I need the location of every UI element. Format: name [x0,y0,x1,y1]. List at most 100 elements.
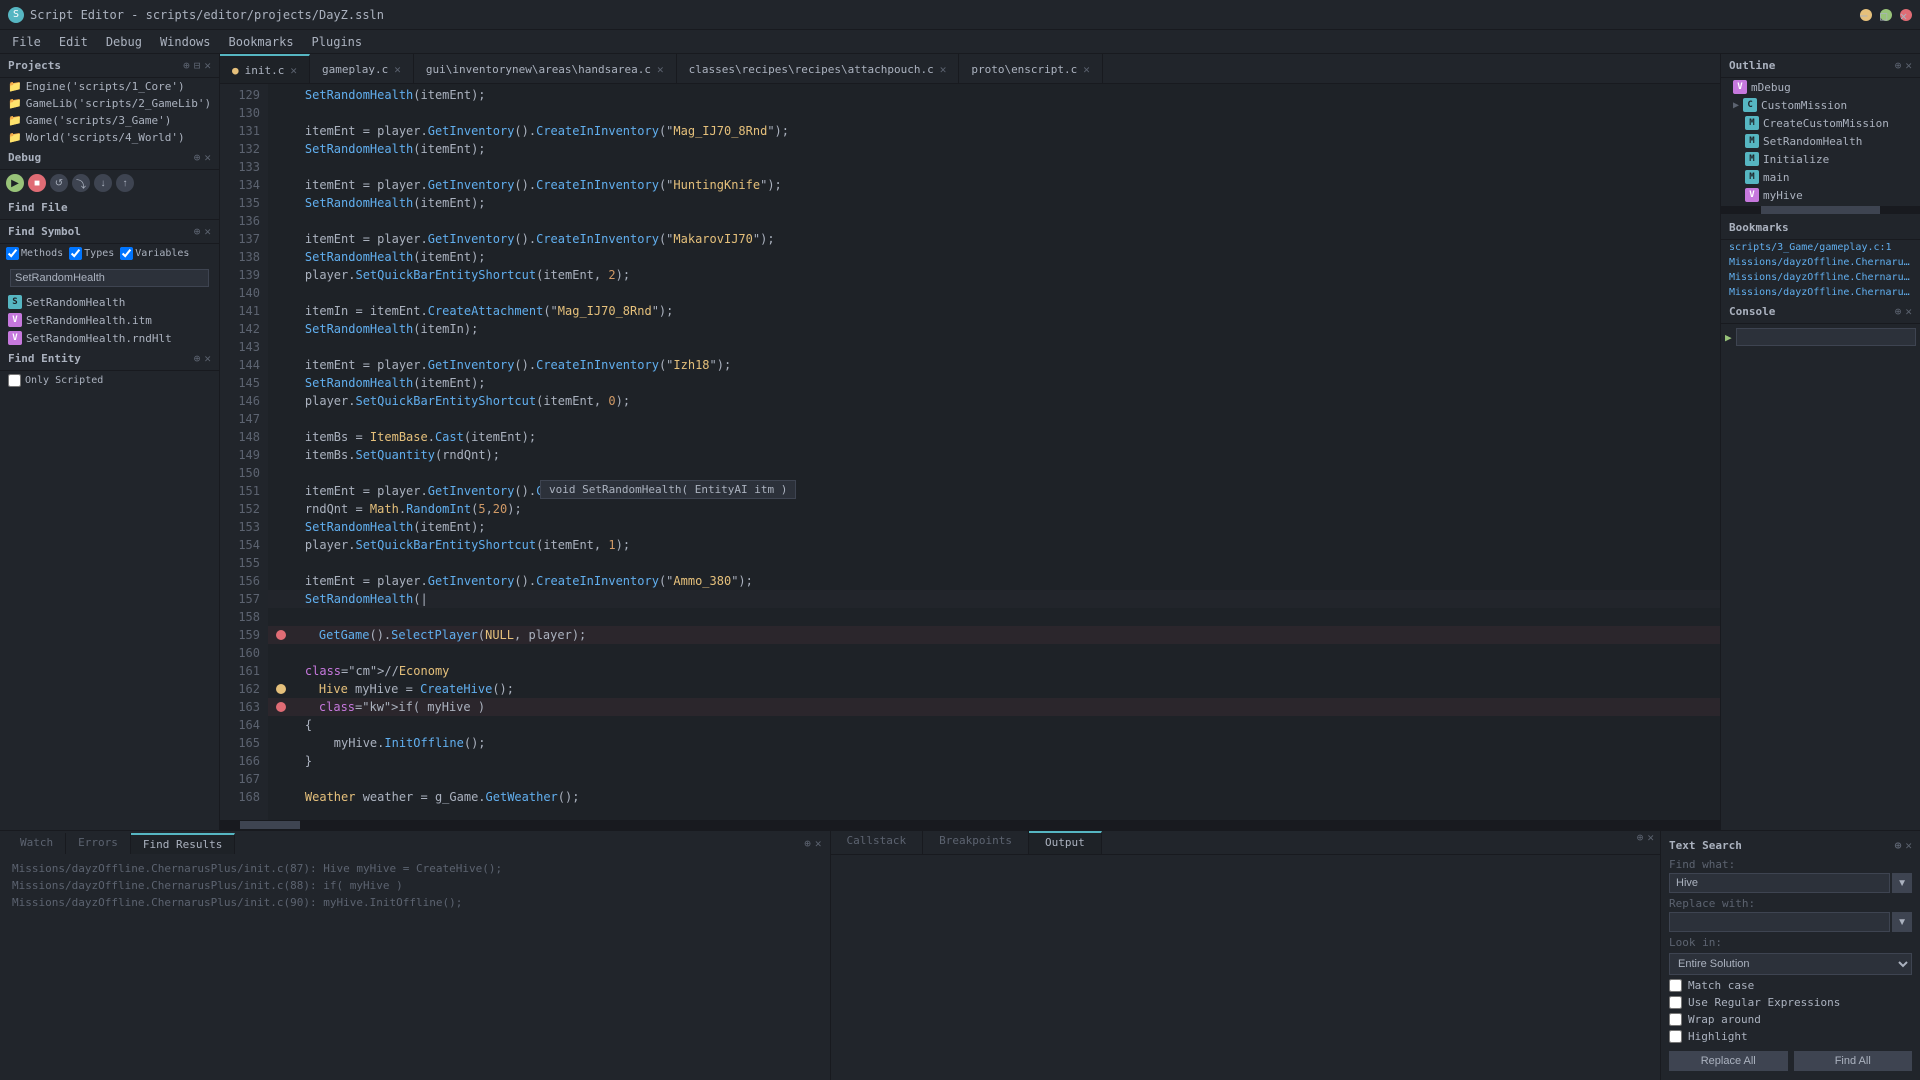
outline-icon-2[interactable]: ✕ [1905,59,1912,72]
text-search-icon-2[interactable]: ✕ [1905,839,1912,852]
project-gamelib[interactable]: 📁 GameLib('scripts/2_GameLib') [0,95,219,112]
tab-gameplay-close[interactable]: ✕ [394,63,401,76]
debug-stop-btn[interactable]: ■ [28,174,46,192]
outline-icon-1[interactable]: ⊕ [1895,59,1902,72]
tab-gameplay[interactable]: gameplay.c ✕ [310,54,414,84]
debug-icon-2[interactable]: ✕ [204,151,211,164]
menu-file[interactable]: File [4,33,49,51]
project-game[interactable]: 📁 Game('scripts/3_Game') [0,112,219,129]
bottom-tab-errors[interactable]: Errors [66,833,131,854]
tab-handsarea-close[interactable]: ✕ [657,63,664,76]
debug-step-over-btn[interactable]: ⤵ [72,174,90,192]
debug-restart-btn[interactable]: ↺ [50,174,68,192]
projects-icon-2[interactable]: ⊟ [194,59,201,72]
outline-main[interactable]: M main [1721,168,1920,186]
console-icon-1[interactable]: ⊕ [1895,305,1902,318]
output-tab-breakpoints[interactable]: Breakpoints [923,831,1029,854]
match-case-row: Match case [1669,979,1912,992]
tab-attachpouch[interactable]: classes\recipes\recipes\attachpouch.c ✕ [677,54,960,84]
bookmark-2[interactable]: Missions/dayzOffline.ChernarusPlus/init.… [1721,270,1920,285]
editor-hscrollbar[interactable] [220,820,1720,830]
find-what-dropdown[interactable]: ▼ [1892,873,1912,893]
editor-hscroll-thumb[interactable] [240,821,300,829]
symbol-result-0[interactable]: S SetRandomHealth [0,293,219,311]
output-icon-2[interactable]: ✕ [1647,831,1654,854]
output-tab-output[interactable]: Output [1029,831,1102,854]
console-input[interactable] [1736,328,1916,346]
tab-init-close[interactable]: ✕ [290,64,297,77]
minimize-button[interactable]: ─ [1860,9,1872,21]
outline-mdebug[interactable]: V mDebug [1721,78,1920,96]
bottom-tab-findresults[interactable]: Find Results [131,833,235,854]
symbol-result-1[interactable]: V SetRandomHealth.itm [0,311,219,329]
find-results-icon-1[interactable]: ⊕ [804,837,811,850]
output-icon-1[interactable]: ⊕ [1637,831,1644,854]
find-what-input[interactable] [1669,873,1890,893]
text-search-icon-1[interactable]: ⊕ [1895,839,1902,852]
outline-myhive[interactable]: V myHive [1721,186,1920,204]
highlight-check[interactable] [1669,1030,1682,1043]
outline-createcustommission[interactable]: M CreateCustomMission [1721,114,1920,132]
find-result-item[interactable]: Missions/dayzOffline.ChernarusPlus/init.… [0,877,830,894]
debug-run-btn[interactable]: ▶ [6,174,24,192]
replace-with-dropdown[interactable]: ▼ [1892,912,1912,932]
editor-area[interactable]: 1291301311321331341351361371381391401411… [220,84,1720,820]
menu-edit[interactable]: Edit [51,33,96,51]
console-icon-2[interactable]: ✕ [1905,305,1912,318]
filter-variables[interactable]: Variables [120,247,189,260]
replace-with-input[interactable] [1669,912,1890,932]
debug-step-out-btn[interactable]: ↑ [116,174,134,192]
find-results-panel[interactable]: Missions/dayzOffline.ChernarusPlus/init.… [0,856,830,1080]
code-line-151: itemEnt = player.GetInventory().CreateIn… [268,482,1720,500]
tab-enscript-close[interactable]: ✕ [1083,63,1090,76]
menu-windows[interactable]: Windows [152,33,219,51]
projects-icon-1[interactable]: ⊕ [183,59,190,72]
find-entity-icon-1[interactable]: ⊕ [194,352,201,365]
use-regex-check[interactable] [1669,996,1682,1009]
projects-icon-3[interactable]: ✕ [204,59,211,72]
filter-methods[interactable]: Methods [6,247,63,260]
filter-variables-check[interactable] [120,247,133,260]
find-entity-icon-2[interactable]: ✕ [204,352,211,365]
only-scripted-check[interactable] [8,374,21,387]
filter-methods-check[interactable] [6,247,19,260]
look-in-select[interactable]: Entire Solution [1669,953,1912,975]
tab-handsarea[interactable]: gui\inventorynew\areas\handsarea.c ✕ [414,54,677,84]
close-button[interactable]: ✕ [1900,9,1912,21]
bottom-tab-watch[interactable]: Watch [8,833,66,854]
bookmark-0[interactable]: scripts/3_Game/gameplay.c:1 [1721,240,1920,255]
outline-scroll-thumb[interactable] [1761,206,1880,214]
find-all-button[interactable]: Find All [1794,1051,1913,1071]
symbol-result-2[interactable]: V SetRandomHealth.rndHlt [0,329,219,347]
project-engine[interactable]: 📁 Engine('scripts/1_Core') [0,78,219,95]
menu-debug[interactable]: Debug [98,33,150,51]
tab-init[interactable]: ● init.c ✕ [220,54,310,84]
tab-attachpouch-close[interactable]: ✕ [940,63,947,76]
bookmark-1[interactable]: Missions/dayzOffline.ChernarusPlus/init.… [1721,255,1920,270]
debug-icon-1[interactable]: ⊕ [194,151,201,164]
find-results-icon-2[interactable]: ✕ [815,837,822,850]
outline-custommission[interactable]: ▶ C CustomMission [1721,96,1920,114]
find-symbol-icon-2[interactable]: ✕ [204,225,211,238]
project-world[interactable]: 📁 World('scripts/4_World') [0,129,219,146]
menu-bookmarks[interactable]: Bookmarks [221,33,302,51]
find-symbol-icon-1[interactable]: ⊕ [194,225,201,238]
outline-initialize[interactable]: M Initialize [1721,150,1920,168]
match-case-check[interactable] [1669,979,1682,992]
maximize-button[interactable]: □ [1880,9,1892,21]
filter-types-check[interactable] [69,247,82,260]
tab-enscript[interactable]: proto\enscript.c ✕ [959,54,1103,84]
output-tab-callstack[interactable]: Callstack [831,831,924,854]
bookmark-3[interactable]: Missions/dayzOffline.ChernarusPlus/init.… [1721,285,1920,300]
debug-step-in-btn[interactable]: ↓ [94,174,112,192]
wrap-around-check[interactable] [1669,1013,1682,1026]
find-result-item[interactable]: Missions/dayzOffline.ChernarusPlus/init.… [0,860,830,877]
outline-setrandomhealth[interactable]: M SetRandomHealth [1721,132,1920,150]
filter-types[interactable]: Types [69,247,114,260]
symbol-search-input[interactable] [10,269,209,287]
code-content[interactable]: SetRandomHealth(itemEnt); itemEnt = play… [268,84,1720,820]
replace-all-button[interactable]: Replace All [1669,1051,1788,1071]
find-result-item[interactable]: Missions/dayzOffline.ChernarusPlus/init.… [0,894,830,911]
outline-scrollbar[interactable] [1721,206,1920,214]
menu-plugins[interactable]: Plugins [304,33,371,51]
